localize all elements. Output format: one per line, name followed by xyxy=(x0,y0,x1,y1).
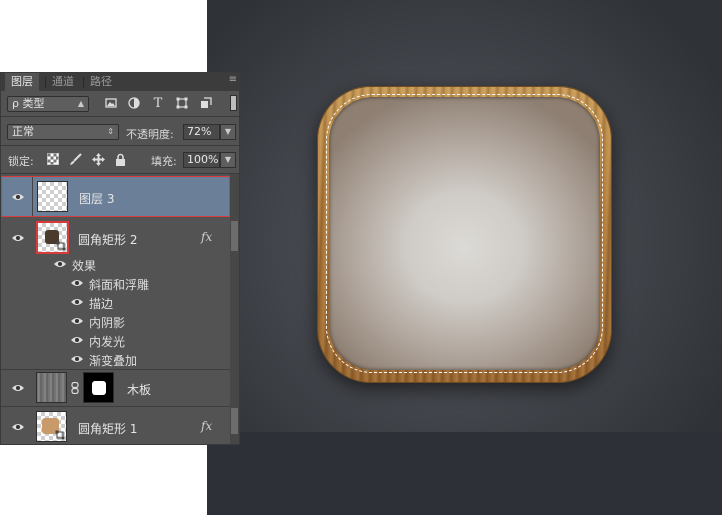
tab-layers[interactable]: 图层 xyxy=(5,73,39,91)
divider xyxy=(1,116,239,117)
smart-object-filter-icon[interactable] xyxy=(199,97,213,111)
effects-title: 效果 xyxy=(72,259,97,273)
effect-name: 描边 xyxy=(89,297,114,311)
visibility-eye-icon[interactable] xyxy=(71,355,83,363)
vector-mask-icon xyxy=(55,430,65,440)
effects-header-row[interactable]: 效果 xyxy=(1,255,230,274)
visibility-eye-icon[interactable] xyxy=(12,193,24,201)
layer-thumbnail xyxy=(36,411,67,442)
fill-label: 填充: xyxy=(151,155,177,168)
layer-name[interactable]: 木板 xyxy=(127,381,151,398)
visibility-eye-icon[interactable] xyxy=(71,298,83,306)
fx-icon[interactable]: fx xyxy=(201,230,212,244)
chevron-updown-icon: ⇕ xyxy=(107,127,114,136)
effect-row[interactable]: 渐变叠加 xyxy=(1,350,230,370)
marching-ants-selection xyxy=(326,94,603,373)
wood-texture-thumbnail xyxy=(36,372,67,403)
layers-scrollbar-track[interactable] xyxy=(230,174,239,444)
fill-input[interactable]: 100% xyxy=(183,152,220,168)
layer-row-layer3[interactable]: 图层 3 xyxy=(1,176,230,217)
lock-image-pixels-brush-icon[interactable] xyxy=(68,153,82,167)
layer-name[interactable]: 圆角矩形 1 xyxy=(78,420,137,437)
layers-panel: 图层 通道 路径 ≡ ρ 类型 ▲ T 正常 ⇕ 不透明度: 72% ▼ 锁定: xyxy=(0,72,240,445)
tab-paths[interactable]: 路径 xyxy=(84,73,118,91)
effect-name: 内阴影 xyxy=(89,316,126,330)
visibility-eye-icon[interactable] xyxy=(12,384,24,392)
visibility-eye-icon[interactable] xyxy=(71,279,83,287)
layer-thumbnail-highlighted xyxy=(36,221,69,254)
layer-row-rounded-rect-2[interactable]: 圆角矩形 2 fx xyxy=(1,218,230,260)
wood-frame xyxy=(317,86,612,383)
effect-row[interactable]: 斜面和浮雕 xyxy=(1,274,230,293)
chevron-updown-icon: ▲ xyxy=(77,99,84,108)
opacity-label: 不透明度: xyxy=(126,128,174,141)
fx-icon[interactable]: fx xyxy=(201,419,212,433)
text-filter-icon[interactable]: T xyxy=(151,97,165,111)
column-separator xyxy=(32,177,33,216)
effect-row[interactable]: 内发光 xyxy=(1,331,230,350)
scrollbar-thumb[interactable] xyxy=(231,408,238,434)
filter-kind-dropdown[interactable]: ρ 类型 ▲ xyxy=(7,96,89,112)
opacity-input[interactable]: 72% xyxy=(183,124,220,140)
image-filter-icon[interactable] xyxy=(104,97,118,111)
visibility-eye-icon[interactable] xyxy=(71,336,83,344)
layer-name[interactable]: 圆角矩形 2 xyxy=(78,231,137,248)
visibility-eye-icon[interactable] xyxy=(54,260,66,268)
filter-kind-label: ρ 类型 xyxy=(12,97,45,110)
opacity-dropdown-button[interactable]: ▼ xyxy=(220,124,236,140)
layer-row-rounded-rect-1[interactable]: 圆角矩形 1 fx xyxy=(1,407,230,445)
panel-menu-icon[interactable]: ≡ xyxy=(229,74,237,85)
document-canvas[interactable] xyxy=(207,0,722,515)
layer-mask-thumbnail[interactable] xyxy=(83,372,114,403)
effect-row[interactable]: 描边 xyxy=(1,293,230,312)
fill-dropdown-button[interactable]: ▼ xyxy=(220,152,236,168)
effect-name: 渐变叠加 xyxy=(89,354,138,368)
effect-name: 内发光 xyxy=(89,335,126,349)
divider xyxy=(1,145,239,146)
effect-name: 斜面和浮雕 xyxy=(89,278,150,292)
lock-transparent-pixels-icon[interactable] xyxy=(46,153,60,167)
effect-row[interactable]: 内阴影 xyxy=(1,312,230,331)
chain-link-icon[interactable] xyxy=(71,382,79,394)
lock-position-move-icon[interactable] xyxy=(91,153,105,167)
shape-filter-icon[interactable] xyxy=(175,97,189,111)
filter-toggle-switch[interactable] xyxy=(230,95,237,111)
visibility-eye-icon[interactable] xyxy=(12,423,24,431)
tab-channels[interactable]: 通道 xyxy=(46,73,80,91)
scrollbar-thumb[interactable] xyxy=(231,221,238,251)
divider xyxy=(1,173,239,174)
panel-tab-bar: 图层 通道 路径 ≡ xyxy=(1,73,239,91)
lock-label: 锁定: xyxy=(8,155,34,168)
lock-all-padlock-icon[interactable] xyxy=(113,153,127,167)
layer-name[interactable]: 图层 3 xyxy=(79,190,114,207)
visibility-eye-icon[interactable] xyxy=(12,234,24,242)
layer-row-wood-board[interactable]: 木板 xyxy=(1,369,230,407)
mask-shape xyxy=(92,381,106,395)
layer-thumbnail xyxy=(37,181,68,212)
blend-mode-dropdown[interactable]: 正常 ⇕ xyxy=(7,124,119,140)
vector-mask-icon xyxy=(56,241,66,251)
canvas-background-band xyxy=(207,432,722,515)
adjustment-filter-icon[interactable] xyxy=(127,97,141,111)
visibility-eye-icon[interactable] xyxy=(71,317,83,325)
blend-mode-value: 正常 xyxy=(12,125,34,138)
